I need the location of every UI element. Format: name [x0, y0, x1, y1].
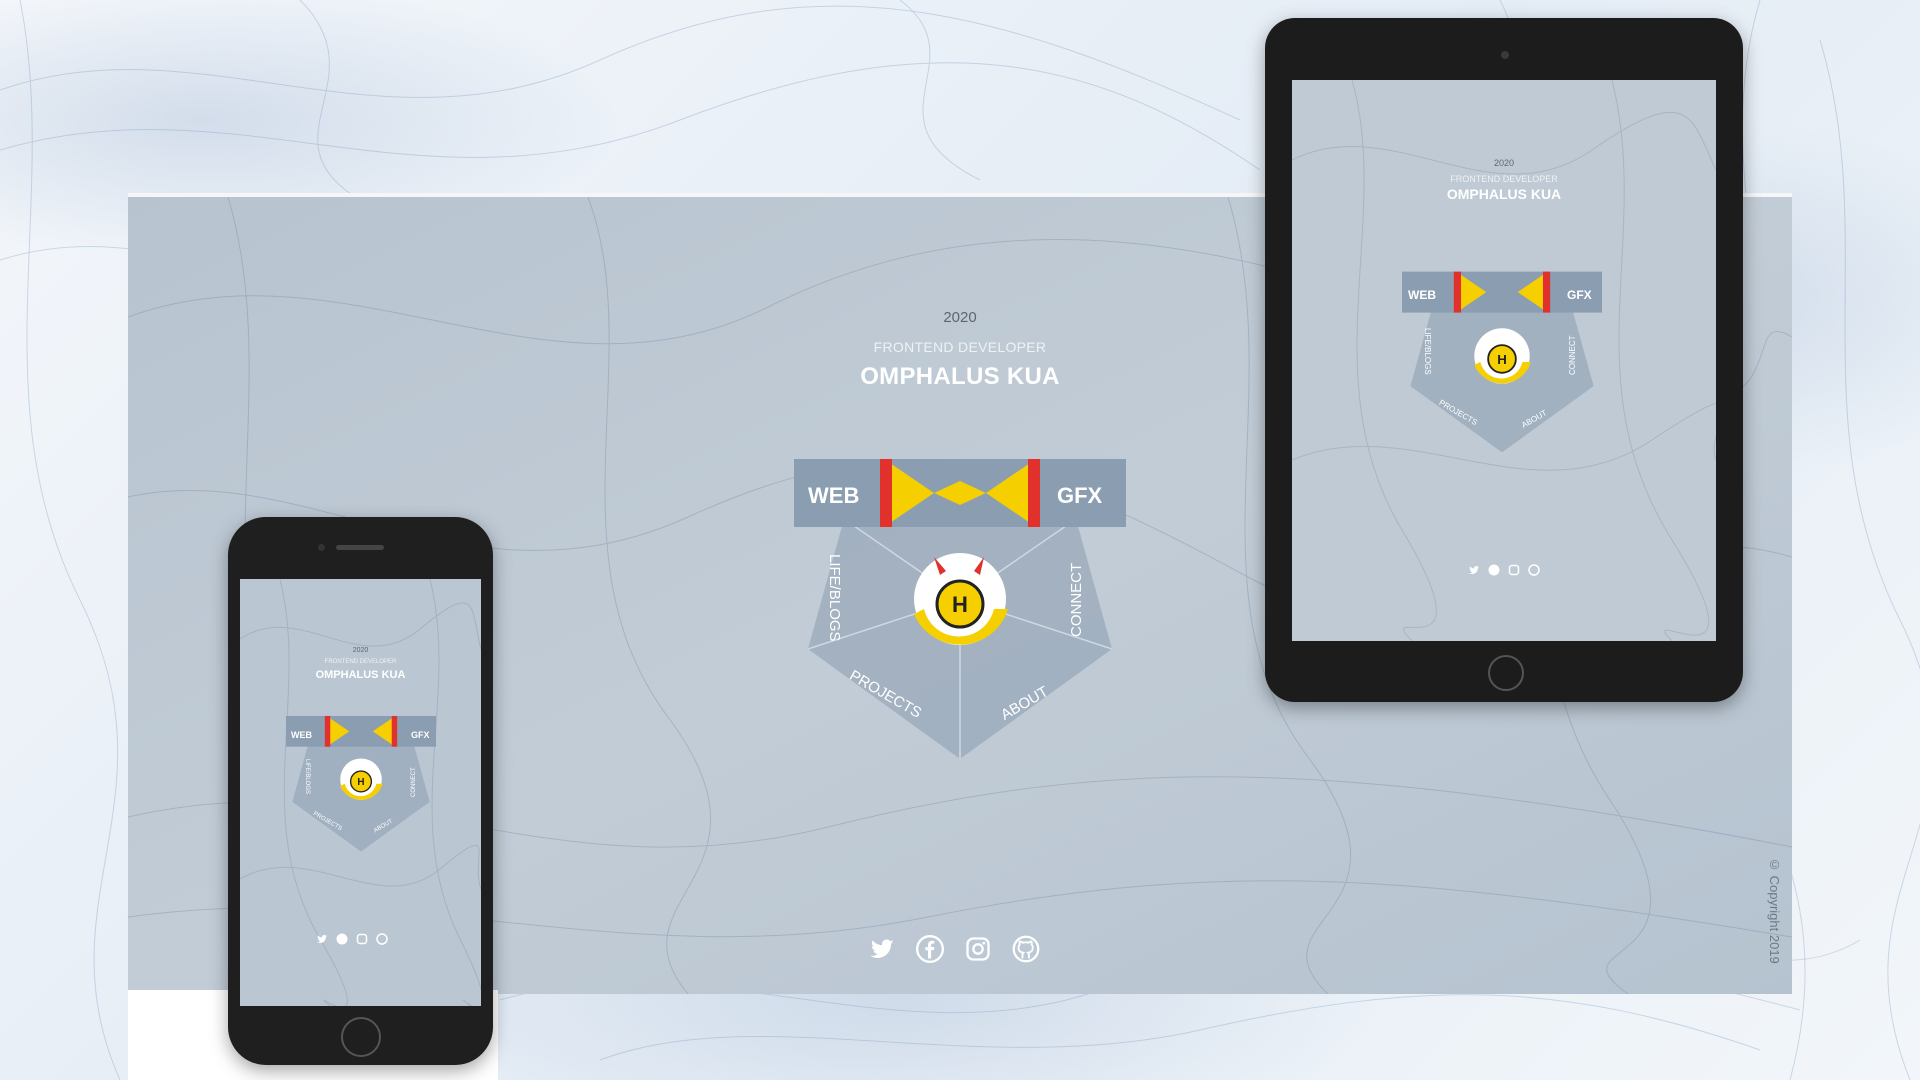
- instagram-icon[interactable]: [964, 935, 992, 963]
- tablet-screen: 2020 FRONTEND DEVELOPER OMPHALUS KUA H W…: [1292, 80, 1716, 641]
- svg-text:H: H: [1497, 352, 1507, 367]
- phone-nav-life-blogs[interactable]: LIFE/BLOGS: [304, 759, 310, 794]
- phone-speaker: [336, 545, 384, 550]
- phone-twitter-icon[interactable]: [316, 933, 328, 945]
- tablet-instagram-icon[interactable]: [1508, 564, 1520, 576]
- tablet-facebook-icon[interactable]: [1488, 564, 1500, 576]
- tablet-year: 2020: [1493, 158, 1515, 168]
- phone-role: FRONTEND DEVELOPER: [324, 659, 397, 665]
- svg-text:H: H: [357, 777, 364, 788]
- github-icon[interactable]: [1012, 935, 1040, 963]
- nav-connect[interactable]: CONNECT: [1068, 563, 1085, 637]
- twitter-icon[interactable]: [868, 935, 896, 963]
- phone-mockup: 2020 FRONTEND DEVELOPER OMPHALUS KUA H W…: [228, 517, 493, 1065]
- phone-nav-web[interactable]: WEB: [291, 730, 312, 740]
- tablet-home-button: [1488, 655, 1524, 691]
- tablet-camera: [1501, 51, 1509, 59]
- phone-camera: [318, 544, 325, 551]
- tablet-name: OMPHALUS KUA: [1446, 186, 1562, 202]
- nav-gfx[interactable]: GFX: [1057, 483, 1102, 509]
- tablet-mockup: 2020 FRONTEND DEVELOPER OMPHALUS KUA H W…: [1265, 18, 1743, 702]
- social-links: [868, 935, 1040, 963]
- tablet-social-links: [1468, 564, 1540, 576]
- tablet-github-icon[interactable]: [1528, 564, 1540, 576]
- phone-github-icon[interactable]: [376, 933, 388, 945]
- phone-year: 2020: [352, 647, 369, 654]
- phone-home-button: [341, 1017, 381, 1057]
- nav-life-blogs[interactable]: LIFE/BLOGS: [826, 554, 843, 642]
- facebook-icon[interactable]: [916, 935, 944, 963]
- tablet-nav-connect[interactable]: CONNECT: [1568, 335, 1577, 375]
- phone-name: OMPHALUS KUA: [315, 669, 406, 681]
- tablet-nav-gfx[interactable]: GFX: [1567, 288, 1592, 302]
- copyright-text: © Copyright 2019: [1767, 857, 1782, 964]
- tablet-role: FRONTEND DEVELOPER: [1450, 174, 1558, 184]
- nav-web[interactable]: WEB: [808, 483, 859, 509]
- tablet-twitter-icon[interactable]: [1468, 564, 1480, 576]
- phone-screen: 2020 FRONTEND DEVELOPER OMPHALUS KUA H W…: [240, 579, 481, 1006]
- phone-nav-connect[interactable]: CONNECT: [411, 767, 417, 797]
- phone-social-links: [316, 933, 388, 945]
- phone-instagram-icon[interactable]: [356, 933, 368, 945]
- tablet-nav-life-blogs[interactable]: LIFE/BLOGS: [1423, 328, 1432, 375]
- svg-text:H: H: [952, 592, 968, 617]
- phone-facebook-icon[interactable]: [336, 933, 348, 945]
- phone-nav-gfx[interactable]: GFX: [411, 730, 430, 740]
- tablet-nav-web[interactable]: WEB: [1408, 288, 1436, 302]
